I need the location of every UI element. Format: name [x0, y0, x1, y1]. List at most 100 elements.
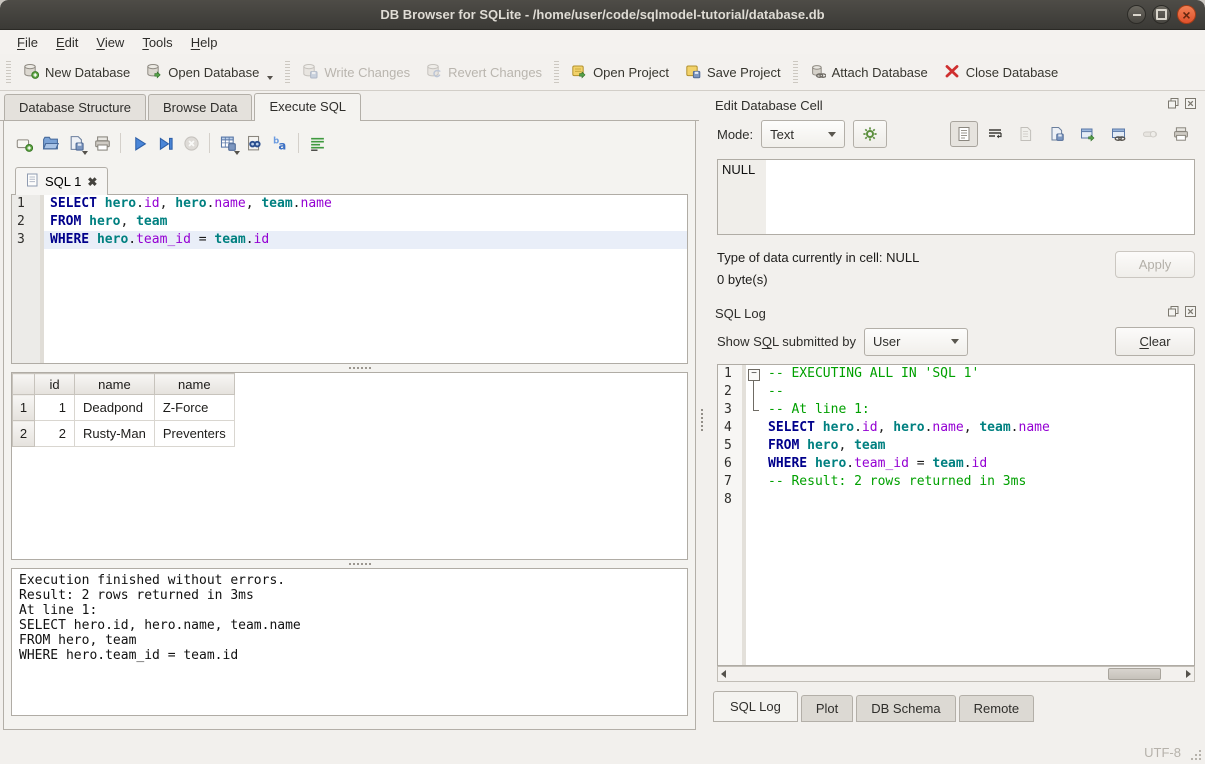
auto-complete-icon[interactable]: ba — [267, 130, 293, 156]
log-filter-label: Show SQL submitted by — [717, 334, 856, 349]
cell-id[interactable]: 1 — [35, 395, 75, 421]
cell-type-text: Type of data currently in cell: NULL — [717, 247, 919, 269]
tab-db-schema[interactable]: DB Schema — [856, 695, 955, 722]
code-line-6[interactable]: 6WHERE hero.team_id = team.id — [718, 455, 1194, 473]
auto-apply-button[interactable] — [853, 120, 887, 148]
cell-hero-name[interactable]: Rusty-Man — [75, 421, 155, 447]
row-header[interactable]: 1 — [13, 395, 35, 421]
table-row[interactable]: 2 2 Rusty-Man Preventers — [13, 421, 235, 447]
results-grid[interactable]: id name name 1 1 Deadpond Z-Force 2 — [11, 372, 688, 560]
open-database-button[interactable]: Open Database — [138, 59, 281, 86]
menu-edit[interactable]: Edit — [47, 32, 87, 53]
titlebar[interactable]: DB Browser for SQLite - /home/user/code/… — [0, 0, 1205, 30]
log-filter-select[interactable]: User — [864, 328, 968, 356]
toolbar-grip[interactable] — [6, 61, 11, 83]
tab-remote[interactable]: Remote — [959, 695, 1035, 722]
code-line-1[interactable]: 1SELECT hero.id, hero.name, team.name — [12, 195, 687, 213]
float-dock-icon[interactable] — [1167, 97, 1180, 113]
open-project-button[interactable]: Open Project — [563, 59, 677, 86]
toolbar-grip[interactable] — [554, 61, 559, 83]
editor-results-splitter[interactable] — [11, 364, 688, 372]
close-dock-icon[interactable] — [1184, 97, 1197, 113]
code-line-2[interactable]: 2FROM hero, team — [12, 213, 687, 231]
code-line-3[interactable]: 3WHERE hero.team_id = team.id — [12, 231, 687, 249]
cell-id[interactable]: 2 — [35, 421, 75, 447]
sql-tab-close-icon[interactable]: ✖ — [87, 175, 97, 189]
save-sql-dropdown-icon[interactable] — [82, 151, 88, 155]
maximize-icon[interactable] — [1152, 5, 1171, 24]
clear-log-button[interactable]: Clear — [1115, 327, 1195, 356]
tab-database-structure[interactable]: Database Structure — [4, 94, 146, 120]
menu-help[interactable]: Help — [182, 32, 227, 53]
save-sql-file-icon[interactable] — [63, 130, 89, 156]
menu-view[interactable]: View — [87, 32, 133, 53]
code-line-2[interactable]: 2-- — [718, 383, 1194, 401]
code-line-8[interactable]: 8 — [718, 491, 1194, 509]
find-replace-icon[interactable] — [241, 130, 267, 156]
code-line-3[interactable]: 3-- At line 1: — [718, 401, 1194, 419]
cell-hero-name[interactable]: Deadpond — [75, 395, 155, 421]
results-table: id name name 1 1 Deadpond Z-Force 2 — [12, 373, 235, 447]
column-header-name1[interactable]: name — [75, 374, 155, 395]
results-message-splitter[interactable] — [11, 560, 688, 568]
tab-execute-sql[interactable]: Execute SQL — [254, 93, 361, 121]
execute-current-line-icon[interactable] — [152, 130, 178, 156]
code-line-7[interactable]: 7-- Result: 2 rows returned in 3ms — [718, 473, 1194, 491]
close-database-button[interactable]: Close Database — [936, 59, 1067, 86]
toolbar-grip[interactable] — [285, 61, 290, 83]
save-results-dropdown-icon[interactable] — [234, 151, 240, 155]
mode-label: Mode: — [717, 127, 753, 142]
new-database-button[interactable]: New Database — [15, 59, 138, 86]
open-new-tab-icon[interactable] — [11, 130, 37, 156]
text-mode-icon[interactable] — [950, 121, 978, 147]
fold-toggle-icon[interactable] — [746, 365, 762, 383]
link-icon[interactable] — [1105, 121, 1133, 147]
scroll-right-icon[interactable] — [1186, 670, 1191, 678]
minimize-icon[interactable] — [1127, 5, 1146, 24]
code-text: -- — [762, 383, 1194, 401]
mode-select[interactable]: Text — [761, 120, 845, 148]
code-text: SELECT hero.id, hero.name, team.name — [762, 419, 1194, 437]
menu-file[interactable]: File — [8, 32, 47, 53]
encoding-indicator[interactable]: UTF-8 — [1144, 745, 1181, 760]
sql-tab[interactable]: SQL 1 ✖ — [15, 167, 108, 195]
save-project-button[interactable]: Save Project — [677, 59, 789, 86]
cell-team-name[interactable]: Z-Force — [154, 395, 234, 421]
close-dock-icon[interactable] — [1184, 305, 1197, 321]
execute-all-icon[interactable] — [126, 130, 152, 156]
open-external-icon[interactable] — [1074, 121, 1102, 147]
scroll-left-icon[interactable] — [721, 670, 726, 678]
sql-editor[interactable]: 1SELECT hero.id, hero.name, team.name2FR… — [11, 194, 688, 364]
cell-value-editor[interactable]: NULL — [717, 159, 1195, 235]
code-line-4[interactable]: 4SELECT hero.id, hero.name, team.name — [718, 419, 1194, 437]
menu-tools[interactable]: Tools — [133, 32, 181, 53]
close-icon[interactable] — [1177, 5, 1196, 24]
code-line-5[interactable]: 5FROM hero, team — [718, 437, 1194, 455]
cell-team-name[interactable]: Preventers — [154, 421, 234, 447]
toolbar-grip[interactable] — [793, 61, 798, 83]
tab-browse-data[interactable]: Browse Data — [148, 94, 252, 120]
line-number: 1 — [12, 195, 44, 213]
print-icon[interactable] — [89, 130, 115, 156]
close-database-icon — [944, 63, 960, 82]
print-icon[interactable] — [1167, 121, 1195, 147]
column-header-id[interactable]: id — [35, 374, 75, 395]
column-header-name2[interactable]: name — [154, 374, 234, 395]
open-database-dropdown-icon[interactable] — [267, 76, 273, 80]
log-horizontal-scrollbar[interactable] — [717, 666, 1195, 682]
float-dock-icon[interactable] — [1167, 305, 1180, 321]
export-icon[interactable] — [1043, 121, 1071, 147]
code-line-1[interactable]: 1-- EXECUTING ALL IN 'SQL 1' — [718, 365, 1194, 383]
open-sql-file-icon[interactable] — [37, 130, 63, 156]
tab-plot[interactable]: Plot — [801, 695, 853, 722]
sql-log-view[interactable]: 1-- EXECUTING ALL IN 'SQL 1'2--3-- At li… — [717, 364, 1195, 666]
table-row[interactable]: 1 1 Deadpond Z-Force — [13, 395, 235, 421]
save-results-icon[interactable] — [215, 130, 241, 156]
resize-grip-icon[interactable] — [1199, 758, 1201, 760]
attach-database-button[interactable]: Attach Database — [802, 59, 936, 86]
row-header[interactable]: 2 — [13, 421, 35, 447]
word-wrap-icon[interactable] — [304, 130, 330, 156]
tab-sql-log[interactable]: SQL Log — [713, 691, 798, 722]
word-wrap-icon[interactable] — [981, 121, 1009, 147]
scrollbar-thumb[interactable] — [1108, 668, 1160, 680]
